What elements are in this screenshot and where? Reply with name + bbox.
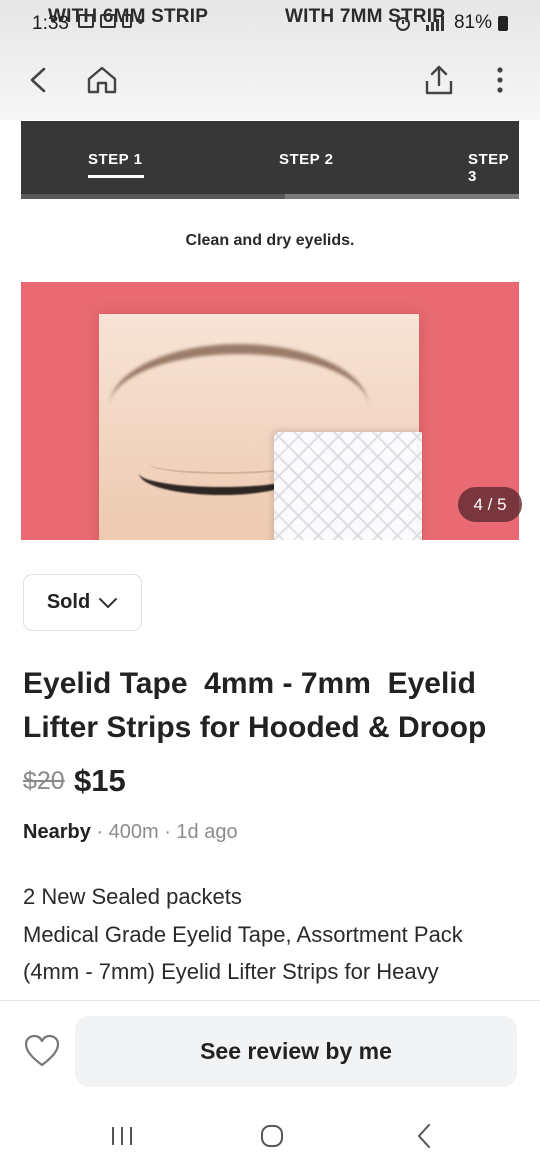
system-home-icon (261, 1125, 283, 1147)
location-label[interactable]: Nearby (23, 821, 91, 843)
status-time: 1:33 (32, 13, 69, 34)
product-photo[interactable] (21, 282, 519, 540)
share-button[interactable] (417, 58, 461, 102)
step-tab-1: STEP 1 (88, 151, 143, 168)
battery-icon (498, 15, 508, 31)
see-review-button[interactable]: See review by me (75, 1016, 517, 1087)
current-price: $15 (74, 763, 126, 798)
gallery-notification-icon (78, 14, 94, 28)
battery-percent: 81% (453, 12, 492, 33)
meta-separator: · (96, 821, 109, 843)
home-button[interactable] (80, 58, 124, 102)
eyebrow-shape (109, 344, 369, 414)
sold-status-dropdown[interactable]: Sold (23, 574, 142, 631)
cleaning-pad-shape (274, 432, 422, 540)
sold-status-label: Sold (46, 591, 91, 613)
step-progress-fill (21, 194, 285, 199)
status-notification-icons (78, 14, 143, 28)
recent-apps-button[interactable] (100, 1118, 144, 1154)
posted-time-label: 1d ago (176, 821, 238, 843)
recent-apps-icon (112, 1127, 132, 1145)
calendar-notification-icon (100, 14, 116, 28)
more-notifications-dot-icon (138, 18, 143, 24)
step-tab-3: STEP 3 (468, 151, 509, 185)
alarm-icon (395, 17, 410, 31)
phone-notification-icon (122, 14, 132, 28)
back-arrow-icon (30, 67, 46, 93)
image-instruction: Clean and dry eyelids. (185, 232, 355, 249)
system-back-icon (418, 1124, 430, 1148)
original-price: $20 (23, 767, 65, 795)
more-options-button[interactable] (478, 58, 522, 102)
listing-description: 2 New Sealed packets Medical Grade Eyeli… (23, 878, 518, 1000)
system-home-button[interactable] (250, 1118, 294, 1154)
listing-title: Eyelid Tape 4mm - 7mm Eyelid Lifter Stri… (23, 667, 487, 744)
home-icon (87, 66, 117, 94)
favorite-button[interactable] (24, 1034, 62, 1070)
chevron-down-icon (99, 597, 118, 608)
active-step-indicator (88, 175, 144, 178)
heart-icon (24, 1034, 60, 1067)
system-back-button[interactable] (402, 1118, 446, 1154)
more-vertical-icon (497, 67, 503, 93)
step-progress-track (21, 194, 519, 199)
meta-separator: · (164, 821, 177, 843)
listing-description-text: 2 New Sealed packets Medical Grade Eyeli… (23, 884, 463, 1000)
listing-meta: Nearby · 400m · 1d ago (23, 821, 238, 844)
image-counter: 4 / 5 (458, 487, 522, 522)
distance-label: 400m (108, 821, 159, 843)
step-tabs: STEP 1 STEP 2 STEP 3 (21, 121, 519, 199)
back-button[interactable] (16, 58, 60, 102)
signal-icon (425, 16, 444, 31)
step-tab-2: STEP 2 (279, 151, 334, 168)
status-right-cluster: 81% (394, 12, 508, 34)
share-icon (425, 65, 453, 95)
